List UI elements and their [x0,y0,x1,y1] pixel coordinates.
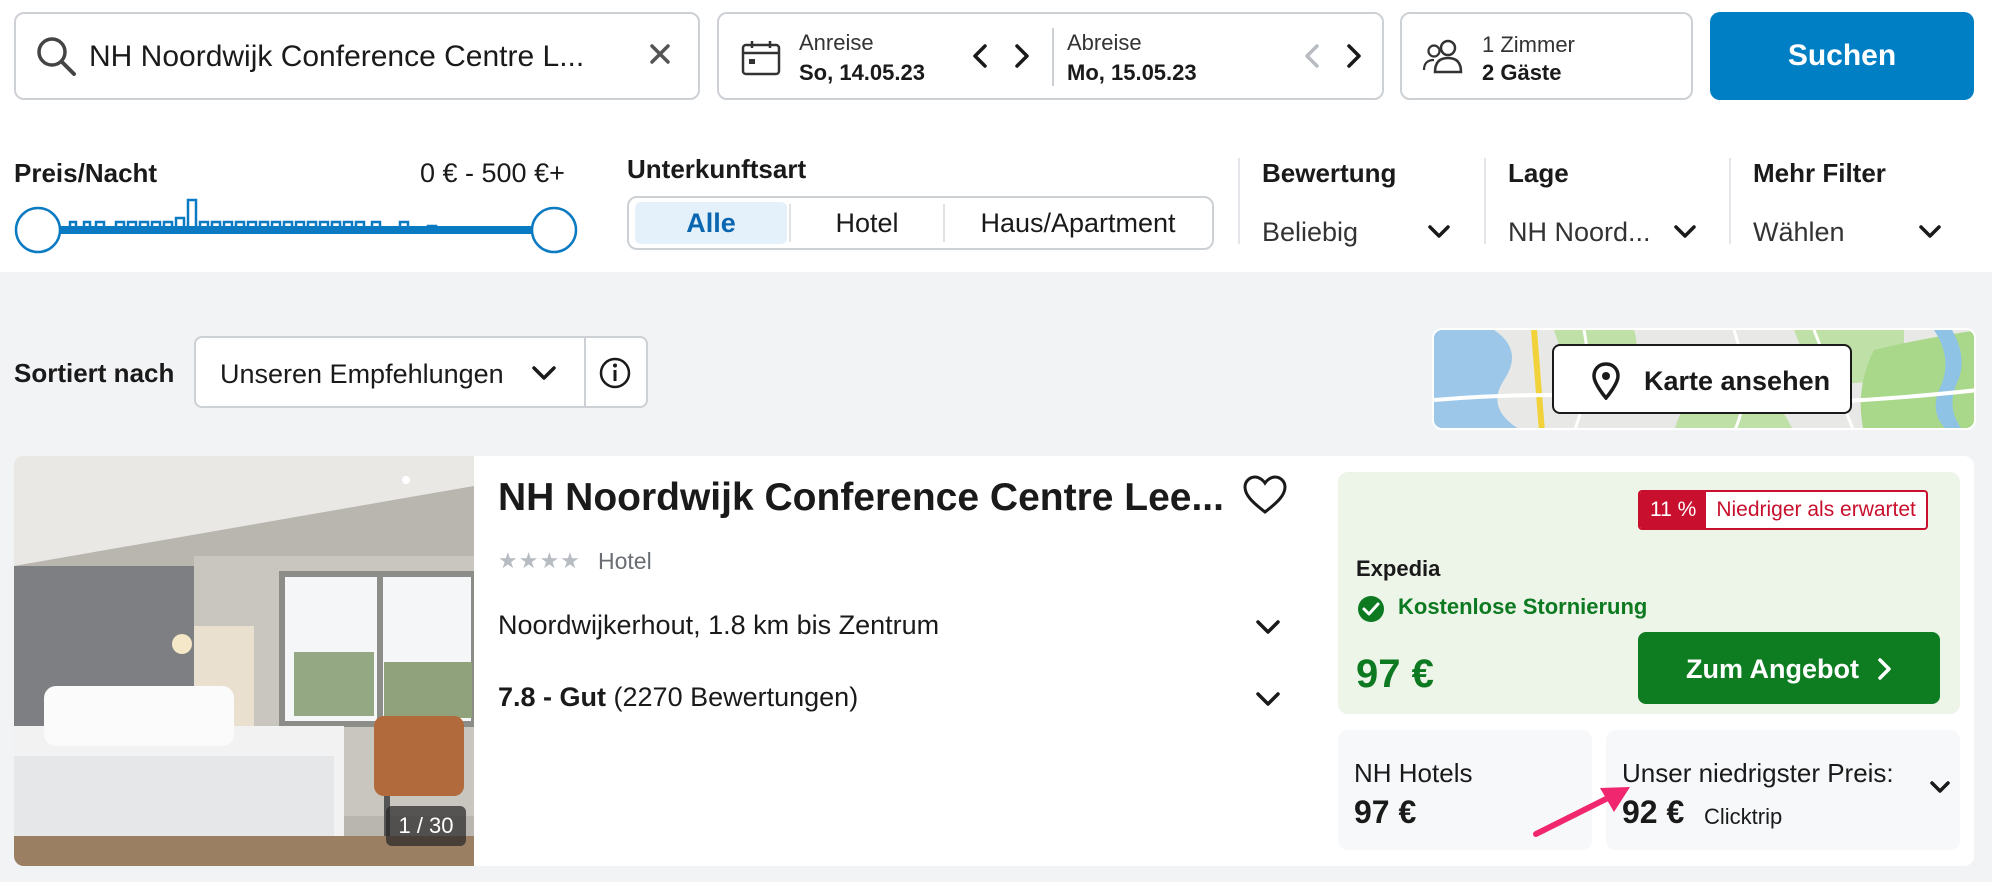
view-deal-label: Zum Angebot [1686,654,1859,684]
guests-count: 2 Gäste [1482,60,1562,85]
hotel-type: Hotel [598,548,652,574]
filter-divider [1484,158,1486,244]
accommodation-type-title: Unterkunftsart [627,154,807,184]
hotel-location: Noordwijkerhout, 1.8 km bis Zentrum [498,610,940,640]
rating-chevron-down-icon[interactable] [1254,688,1282,715]
accommodation-option-all[interactable]: Alle [635,202,787,244]
view-deal-button[interactable]: Zum Angebot [1638,632,1940,704]
rating-filter-value[interactable]: Beliebig [1262,217,1358,248]
price-badge: 11 % Niedriger als erwartet [1638,490,1928,530]
rooms-count: 1 Zimmer [1482,32,1575,57]
calendar-icon [741,40,781,81]
hotel-room-image [14,456,477,866]
view-map-label: Karte ansehen [1644,366,1831,396]
free-cancellation: Kostenlose Stornierung [1398,594,1648,619]
chevron-down-icon[interactable] [1917,220,1943,247]
rating-filter-title: Bewertung [1262,158,1397,188]
map-pin-icon [1592,362,1620,405]
alt-offer-provider: NH Hotels [1354,758,1473,788]
accommodation-option-hotel[interactable]: Hotel [791,202,943,244]
chevron-down-icon[interactable] [1672,220,1698,247]
filter-divider [1729,158,1731,244]
search-icon [34,34,78,83]
badge-text: Niedriger als erwartet [1716,498,1916,521]
rating-count: (2270 Bewertungen) [613,682,859,712]
checkin-value[interactable]: So, 14.05.23 [799,60,925,86]
info-icon[interactable] [598,356,632,395]
price-min-handle[interactable] [14,206,62,254]
sort-value[interactable]: Unseren Empfehlungen [220,359,504,390]
chevron-down-icon[interactable] [1928,778,1952,803]
deal-price: 97 € [1356,652,1434,696]
sort-dropdown[interactable]: Unseren Empfehlungen [194,336,648,408]
heart-icon[interactable] [1242,474,1288,521]
search-input-value[interactable]: NH Noordwijk Conference Centre L... [89,40,584,74]
rating-score: 7.8 - Gut [498,682,607,712]
lowest-price-offer[interactable]: Unser niedrigster Preis: 92 € Clicktrip [1606,730,1960,850]
checkout-value[interactable]: Mo, 15.05.23 [1067,60,1197,86]
view-map-button[interactable]: Karte ansehen [1552,344,1852,414]
deal-provider: Expedia [1356,556,1441,581]
lowest-price-label: Unser niedrigster Preis: [1622,758,1894,788]
hotel-card[interactable]: 1 / 30 NH Noordwijk Conference Centre Le… [14,456,1974,866]
price-max-handle[interactable] [530,206,578,254]
location-chevron-down-icon[interactable] [1254,616,1282,643]
checkin-label: Anreise [799,30,874,55]
checkout-next-chevron-right-icon[interactable] [1337,36,1369,76]
more-filters-title: Mehr Filter [1753,158,1886,188]
chevron-right-icon [1874,656,1894,689]
checkout-prev-chevron-left-icon[interactable] [1297,36,1329,76]
location-filter-title: Lage [1508,158,1569,188]
more-filters-value[interactable]: Wählen [1753,217,1845,248]
check-circle-icon [1356,594,1386,629]
chevron-down-icon[interactable] [1426,220,1452,247]
accommodation-option-house-apartment[interactable]: Haus/Apartment [945,202,1211,244]
alt-offer-price: 97 € [1354,794,1417,830]
annotation-arrow-icon [1530,782,1640,847]
chevron-down-icon[interactable] [530,362,558,389]
sort-label: Sortiert nach [14,358,175,388]
people-icon [1422,38,1466,79]
hotel-photo[interactable]: 1 / 30 [14,456,477,866]
hotel-rating: 7.8 - Gut (2270 Bewertungen) [498,682,858,713]
price-slider[interactable] [12,180,582,254]
top-deal-box[interactable]: 11 % Niedriger als erwartet Expedia Kost… [1338,472,1960,714]
accommodation-type-segmented-control: Alle Hotel Haus/Apartment [627,196,1214,250]
rooms-guests-selector[interactable]: 1 Zimmer 2 Gäste [1400,12,1693,100]
checkin-prev-chevron-left-icon[interactable] [965,36,997,76]
date-divider [1052,28,1054,86]
search-field[interactable]: NH Noordwijk Conference Centre L... [14,12,700,100]
sort-divider [584,338,586,406]
filter-divider [1238,158,1240,244]
badge-percent: 11 % [1640,492,1707,528]
lowest-price-provider: Clicktrip [1704,804,1783,829]
star-rating: ★★★★ [498,548,581,573]
photo-counter: 1 / 30 [386,806,466,846]
checkout-label: Abreise [1067,30,1142,55]
checkin-next-chevron-right-icon[interactable] [1005,36,1037,76]
location-filter-value[interactable]: NH Noord... [1508,217,1651,248]
hotel-name[interactable]: NH Noordwijk Conference Centre Lee... [498,476,1224,520]
search-button[interactable]: Suchen [1710,12,1974,100]
date-picker[interactable]: Anreise So, 14.05.23 Abreise Mo, 15.05.2… [717,12,1384,100]
close-icon[interactable] [640,34,680,74]
